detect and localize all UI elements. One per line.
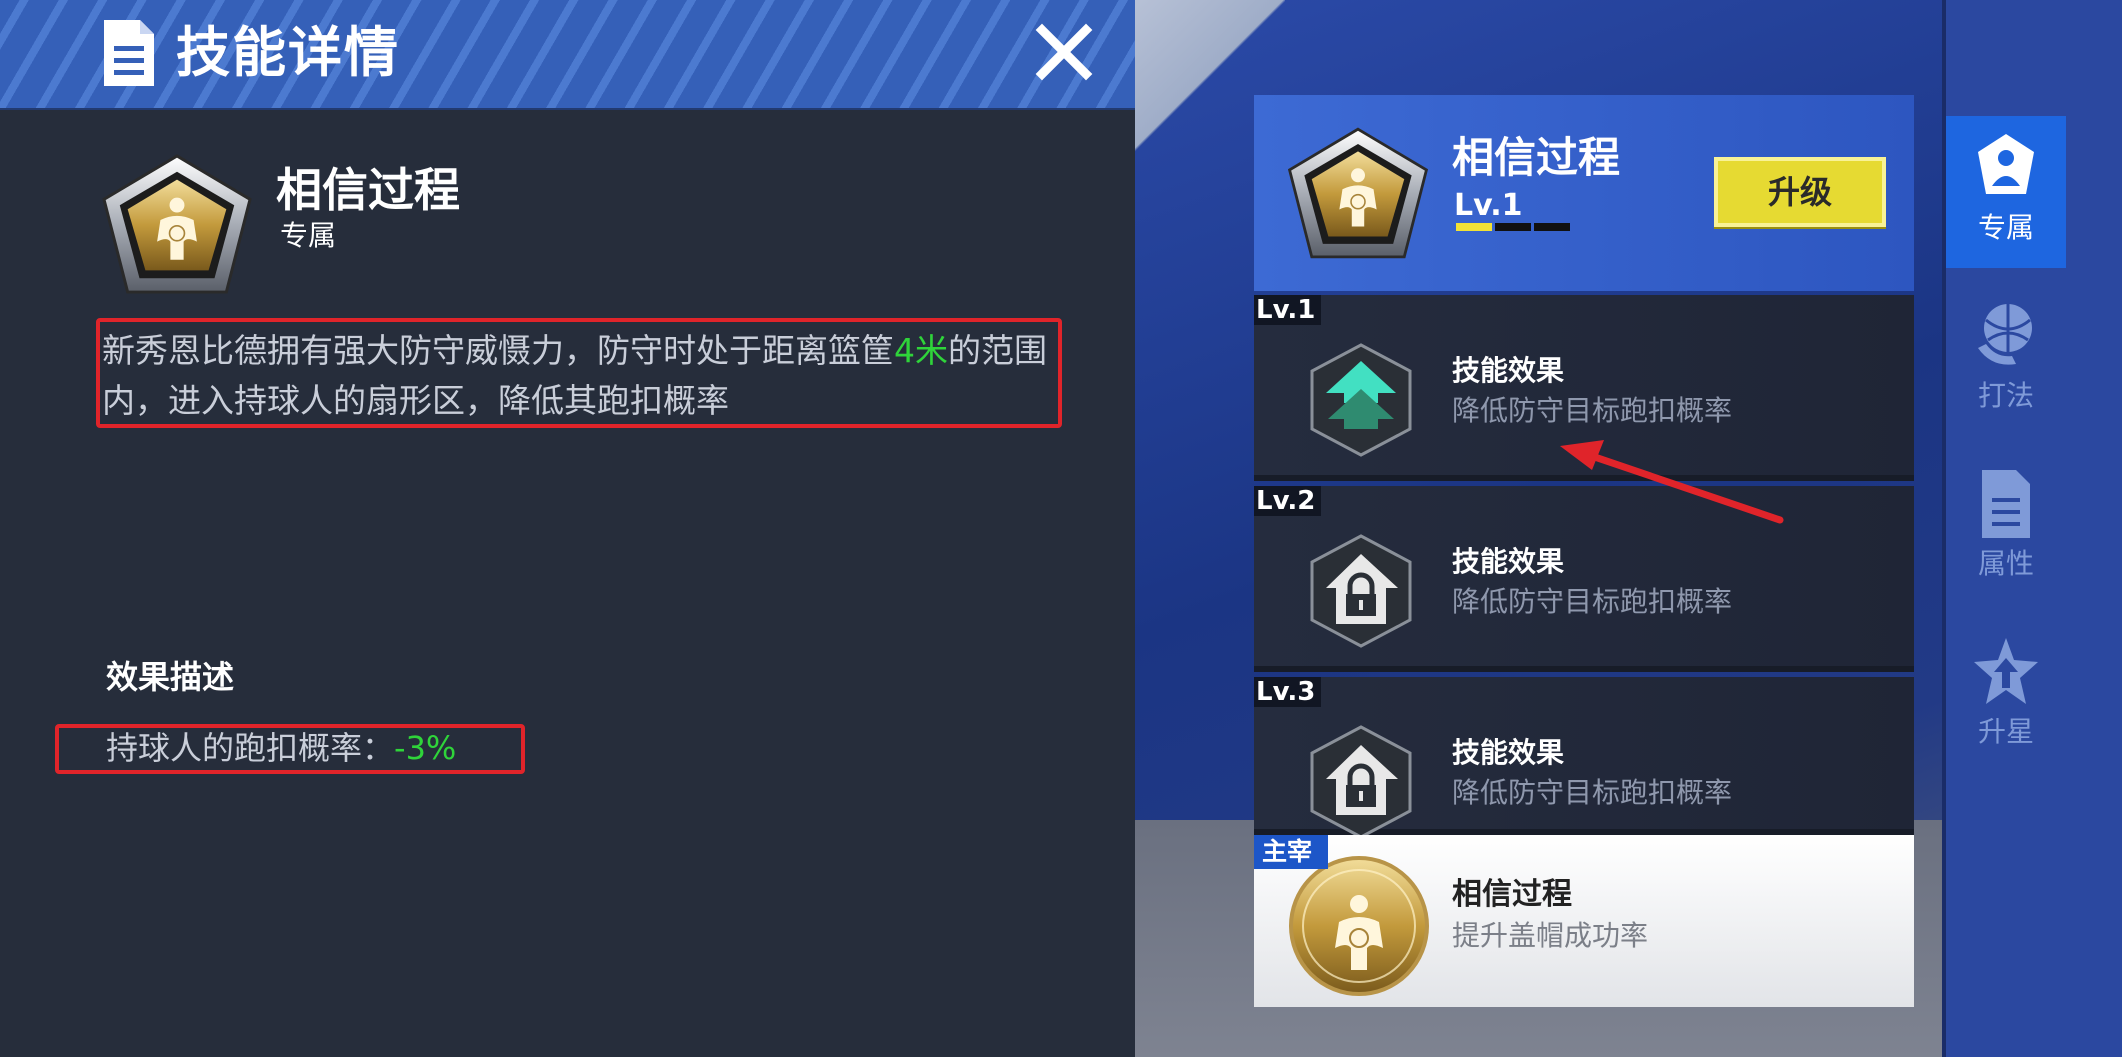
distance-highlight: 4米 bbox=[894, 331, 948, 370]
document-icon bbox=[104, 20, 154, 86]
effect-title: 技能效果 bbox=[1452, 545, 1565, 578]
level-progress-empty bbox=[1495, 223, 1531, 231]
master-tag: 主宰 bbox=[1254, 835, 1329, 869]
level-row-3[interactable]: Lv.3 技能效果 降低防守目标跑扣概率 bbox=[1254, 677, 1914, 835]
lock-icon bbox=[1306, 532, 1416, 650]
tab-playstyle[interactable]: 打法 bbox=[1946, 284, 2066, 436]
level-progress-filled bbox=[1456, 223, 1492, 231]
master-badge-icon bbox=[1289, 856, 1429, 996]
skill-card: 相信过程 Lv.1 升级 Lv.1 技能效果 降低防守目标跑扣概率 Lv.2 技… bbox=[1254, 95, 1914, 1007]
tab-label: 专属 bbox=[1977, 211, 2034, 244]
level-tag: Lv.2 bbox=[1254, 486, 1322, 516]
panel-header: 技能详情 bbox=[0, 0, 1135, 110]
level-tag: Lv.1 bbox=[1254, 295, 1322, 325]
effect-desc: 降低防守目标跑扣概率 bbox=[1452, 394, 1733, 427]
effect-heading: 效果描述 bbox=[106, 658, 235, 696]
skill-description: 新秀恩比德拥有强大防守威慑力，防守时处于距离篮筐4米的范围内，进入持球人的扇形区… bbox=[102, 331, 1047, 420]
skill-card-name: 相信过程 bbox=[1452, 133, 1621, 182]
skill-type: 专属 bbox=[280, 219, 337, 252]
upgrade-button[interactable]: 升级 bbox=[1714, 157, 1886, 227]
panel-title: 技能详情 bbox=[176, 21, 400, 84]
star-arrow-icon bbox=[1974, 638, 2038, 704]
close-icon[interactable] bbox=[1030, 18, 1098, 86]
tab-label: 打法 bbox=[1977, 379, 2034, 412]
level-up-icon bbox=[1306, 341, 1416, 459]
player-shield-icon bbox=[1978, 134, 2034, 194]
skill-name: 相信过程 bbox=[276, 163, 460, 217]
annotation-arrow bbox=[1560, 440, 1784, 524]
level-progress-empty bbox=[1534, 223, 1570, 231]
skill-badge-icon bbox=[1284, 123, 1432, 263]
document-icon bbox=[1982, 470, 2030, 538]
skill-card-header: 相信过程 Lv.1 升级 bbox=[1254, 95, 1914, 291]
effect-description: 持球人的跑扣概率：-3% bbox=[106, 729, 457, 767]
effect-desc: 降低防守目标跑扣概率 bbox=[1452, 776, 1733, 809]
tab-label: 属性 bbox=[1977, 547, 2034, 580]
tab-exclusive[interactable]: 专属 bbox=[1946, 116, 2066, 268]
tab-attributes[interactable]: 属性 bbox=[1946, 452, 2066, 604]
effect-desc: 降低防守目标跑扣概率 bbox=[1452, 585, 1733, 618]
effect-title: 技能效果 bbox=[1452, 354, 1565, 387]
tab-label: 升星 bbox=[1977, 715, 2034, 748]
effect-value: -3% bbox=[394, 729, 457, 767]
effect-title: 技能效果 bbox=[1452, 736, 1565, 769]
tab-star-up[interactable]: 升星 bbox=[1946, 620, 2066, 772]
master-skill-row[interactable]: 主宰 相信过程 提升盖帽成功率 bbox=[1254, 835, 1914, 1007]
level-tag: Lv.3 bbox=[1254, 677, 1322, 707]
skill-detail-panel: 技能详情 相信过程 专属 新秀恩比德拥有强大防守威慑力，防守时处于距离篮筐4米的… bbox=[0, 0, 1135, 1057]
master-skill-name: 相信过程 bbox=[1452, 877, 1572, 912]
lock-icon bbox=[1306, 723, 1416, 841]
skill-level: Lv.1 bbox=[1454, 188, 1523, 223]
master-skill-desc: 提升盖帽成功率 bbox=[1452, 919, 1649, 952]
skill-badge-icon bbox=[96, 150, 258, 298]
basketball-hand-icon bbox=[1978, 304, 2032, 365]
